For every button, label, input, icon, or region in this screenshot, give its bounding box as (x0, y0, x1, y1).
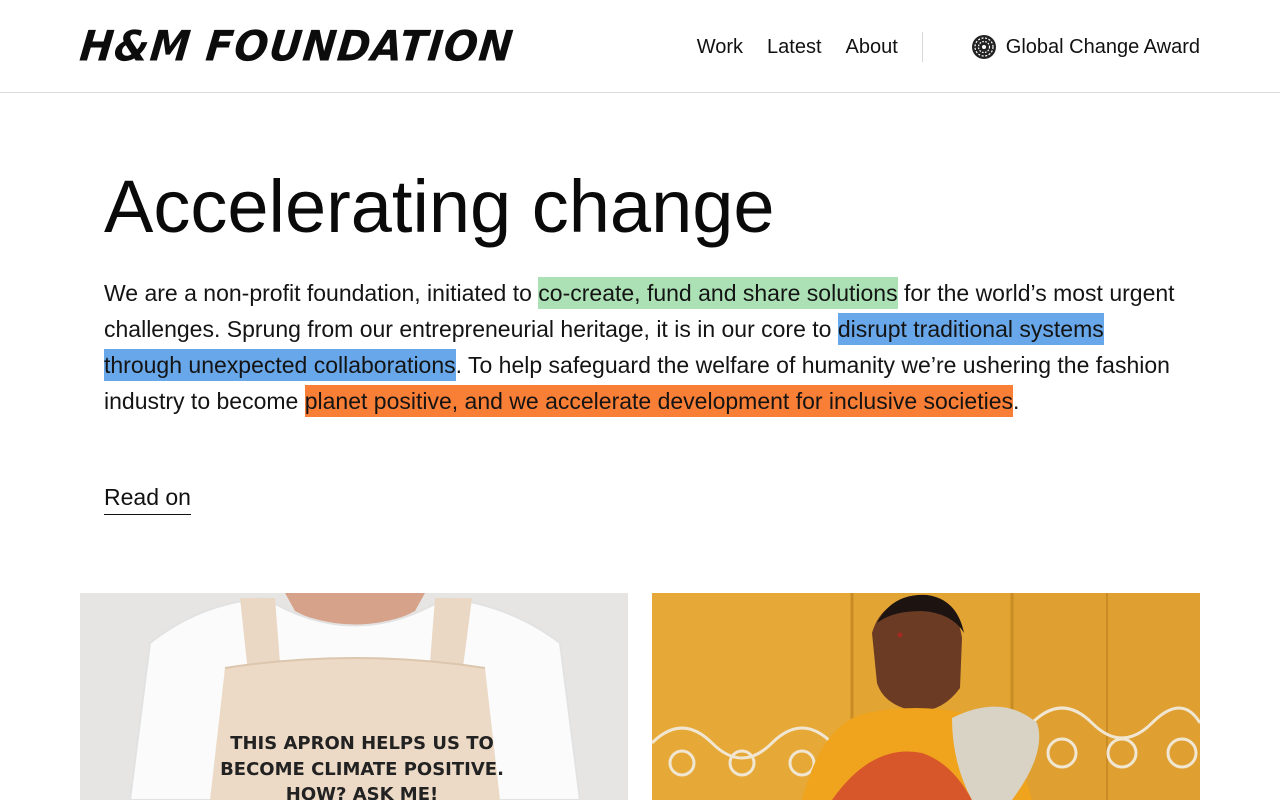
nav-item-work[interactable]: Work (697, 30, 743, 64)
logo[interactable]: H&M FOUNDATION (77, 21, 516, 74)
nav-item-about[interactable]: About (846, 30, 898, 64)
apron-text-line-3: HOW? ASK ME! (286, 784, 438, 800)
apron-photo: THIS APRON HELPS US TO BECOME CLIMATE PO… (80, 593, 628, 800)
page-title: Accelerating change (104, 165, 775, 248)
apron-text-line-2: BECOME CLIMATE POSITIVE. (220, 759, 504, 780)
nav-item-latest[interactable]: Latest (767, 30, 821, 64)
main-nav: Work Latest About Global Change Award (697, 30, 1200, 64)
highlight-green: co-create, fund and share solutions (538, 277, 898, 309)
intro-text-4: . (1013, 388, 1020, 414)
global-change-award-icon (971, 34, 997, 60)
nav-divider (921, 32, 923, 62)
read-on-link[interactable]: Read on (104, 480, 191, 515)
highlight-orange: planet positive, and we accelerate devel… (304, 385, 1014, 417)
apron-text-line-1: THIS APRON HELPS US TO (230, 733, 494, 754)
nav-item-global-change-award[interactable]: Global Change Award (971, 30, 1200, 64)
site-header: H&M FOUNDATION Work Latest About Global … (0, 0, 1280, 93)
woman-photo (652, 593, 1200, 800)
card-apron-image[interactable]: THIS APRON HELPS US TO BECOME CLIMATE PO… (80, 593, 628, 800)
intro-paragraph: We are a non-profit foundation, initiate… (104, 275, 1176, 419)
card-woman-image[interactable] (652, 593, 1200, 800)
global-change-award-label: Global Change Award (1005, 36, 1200, 58)
intro-text-1: We are a non-profit foundation, initiate… (104, 280, 539, 306)
